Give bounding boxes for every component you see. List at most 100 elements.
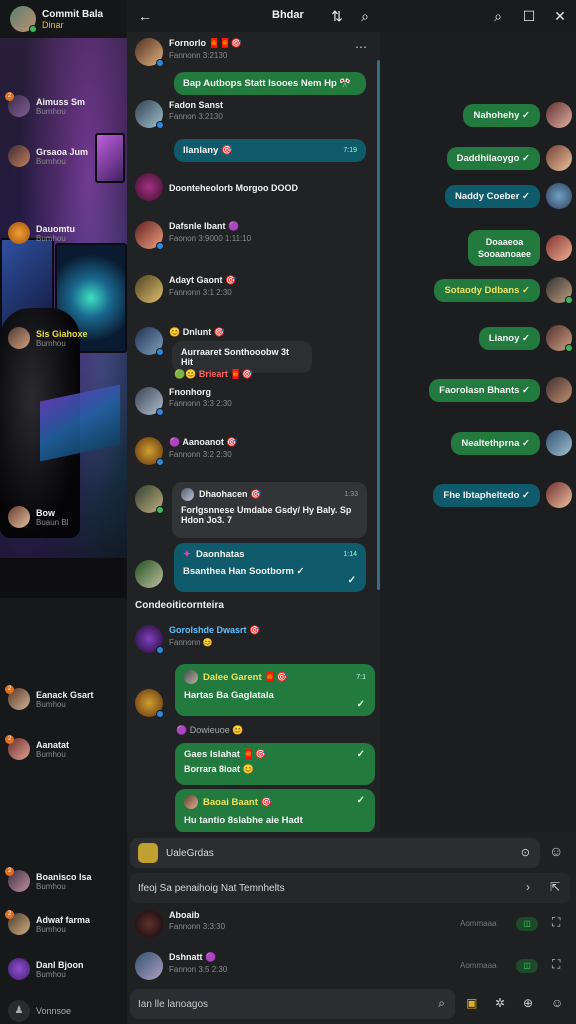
window-icon[interactable]: ☐	[520, 7, 538, 25]
message-item[interactable]	[135, 485, 164, 514]
message-item[interactable]	[135, 560, 163, 588]
conversation-title: Bhdar	[272, 9, 304, 21]
attach-icon[interactable]: ⊕	[523, 996, 533, 1010]
outgoing-message[interactable]: Naddy Coeber ✓	[444, 183, 572, 209]
section-header: Condeoiticornteira	[135, 600, 224, 611]
chat-list-item[interactable]: 2 Adwaf farma Bumhou	[5, 910, 90, 935]
contact-row[interactable]: Aboaib Fannonn 3:3:30	[135, 910, 225, 938]
gif-icon[interactable]: ✲	[495, 996, 505, 1010]
search-icon[interactable]: ⌕	[438, 996, 445, 1011]
avatar	[8, 958, 30, 980]
mic-icon[interactable]: ⊙	[521, 846, 530, 859]
emoji-icon[interactable]: ☺	[549, 843, 563, 859]
message-item[interactable]: 🟢😊 Brieart 🧧🎯	[174, 369, 253, 380]
avatar	[135, 625, 164, 654]
contact-row[interactable]: Dshnatt 🟣 Fannon 3:5 2:30	[135, 952, 227, 980]
call-icon[interactable]: ◫	[516, 917, 538, 931]
avatar	[135, 38, 164, 67]
account-name: Commit Bala	[42, 8, 104, 20]
message-item[interactable]: Fornorlo 🧧🧧🎯 Fannonn 3:2130	[135, 38, 242, 67]
message-item[interactable]: Fnonhorg Fannonn 3:3 2:30	[135, 387, 232, 416]
search-icon[interactable]: ⌕	[356, 7, 374, 25]
close-icon[interactable]: ✕	[551, 7, 569, 25]
sticker-icon[interactable]: ▣	[466, 996, 477, 1010]
person-icon: ♟	[8, 1000, 30, 1022]
outgoing-message[interactable]: Faorolasn Bhants ✓	[429, 377, 572, 403]
message-bubble[interactable]: Ilanlany 🎯 7:19	[174, 139, 366, 162]
account-header[interactable]: Commit Bala Dinar	[0, 0, 127, 38]
chevron-right-icon[interactable]: ›	[526, 880, 530, 894]
chat-app: Commit Bala Dinar 2 Aimuss Sm Bumhou Grsa…	[0, 0, 576, 1024]
more-icon[interactable]: ⋯	[355, 40, 367, 54]
check-icon: ✓	[356, 699, 365, 710]
chat-list-item[interactable]: Bow Buaun Bl	[8, 506, 68, 528]
avatar	[135, 560, 163, 588]
expand-icon[interactable]: ⛶	[552, 957, 560, 972]
check-icon: ✓	[356, 749, 365, 760]
outgoing-message[interactable]: Lianoy ✓	[478, 325, 573, 352]
reply-input[interactable]: UaleGrdas ⊙	[130, 838, 540, 868]
chat-list-item[interactable]: Dauomtu Bumhou	[8, 222, 75, 244]
avatar: 2	[5, 910, 30, 935]
message-item[interactable]: Adayt Gaont 🎯 Fannonn 3:1 2:30	[135, 275, 236, 303]
sort-icon[interactable]: ⇅	[328, 7, 346, 25]
avatar	[135, 387, 164, 416]
avatar	[135, 952, 163, 980]
avatar	[546, 325, 573, 352]
avatar	[138, 843, 158, 863]
avatar	[135, 100, 164, 129]
chat-list-item[interactable]: 2 Aimuss Sm Bumhou	[5, 92, 85, 117]
avatar	[135, 327, 164, 356]
note-input[interactable]: Ifeoj Sa penaihoig Nat Temnhelts › ⇱	[130, 873, 570, 903]
avatar	[181, 488, 194, 501]
chat-list-item[interactable]: Danl Bjoon Bumhou	[8, 958, 84, 980]
chat-list-item[interactable]: Sis Giahoxe Bumhou	[8, 327, 88, 349]
outgoing-message[interactable]: Daddhilaoygo ✓	[446, 145, 572, 171]
message-bubble[interactable]: Dalee Garent 🧧🎯 7:1 Hartas Ba Gaglatala …	[175, 664, 375, 716]
chat-list-item[interactable]: ♟ Vonnsoe	[8, 1000, 71, 1022]
share-icon[interactable]: ⇱	[550, 880, 560, 894]
avatar	[546, 102, 572, 128]
chat-list-item[interactable]: 2 Boanisco Isa Bumhou	[5, 867, 92, 892]
chat-list-item[interactable]: 2 Eanack Gsart Bumhou	[5, 685, 94, 710]
message-item[interactable]: 🟣 Dowieuoe 😊	[176, 723, 243, 736]
message-item[interactable]: Doonteheolorb Morgoo DOOD	[135, 173, 298, 201]
avatar	[546, 145, 572, 171]
message-item[interactable]: Dafsnle Ibant 🟣 Faonon 3:9000 1:11:10	[135, 221, 251, 250]
message-item[interactable]: Gorolshde Dwasrt 🎯 Fannonn 😊	[135, 625, 260, 654]
message-item[interactable]: Fadon Sanst Fannon 3:2130	[135, 100, 223, 129]
top-bar: ← Bhdar ⇅ ⌕ ⌕ ☐ ✕	[127, 0, 576, 32]
message-bubble[interactable]: ✦ Daonhatas 1:14 Bsanthea Han Sootborm ✓…	[174, 543, 366, 592]
avatar	[135, 437, 164, 466]
avatar: 2	[5, 735, 30, 760]
avatar	[135, 910, 163, 938]
chat-list-item[interactable]: Grsaoa Jum Bumhou	[8, 145, 88, 167]
compose-input[interactable]: Ian lle lanoagos ⌕	[130, 989, 455, 1019]
avatar: 2	[5, 92, 30, 117]
avatar	[546, 277, 573, 304]
message-bubble[interactable]: Baoai Baant 🎯 Hu tantio 8slabhe aie Hadt…	[175, 789, 375, 833]
outgoing-message[interactable]: Fhe Ibtapheltedo ✓	[433, 482, 572, 508]
chat-list-item[interactable]: 2 Aanatat Bumhou	[5, 735, 69, 760]
message-item[interactable]: 🟣 Aanoanot 🎯 Fannonn 3:2 2:30	[135, 437, 238, 466]
message-bubble[interactable]: Bap Autbops Statt Isooes Nem Hp 🎌	[174, 72, 366, 95]
avatar	[184, 795, 198, 809]
emoji-icon[interactable]: ☺	[551, 996, 563, 1010]
message-item[interactable]	[135, 689, 164, 718]
check-icon: ✓	[347, 575, 356, 586]
outgoing-message[interactable]: Doaaeoa Sooaanoaee	[468, 230, 572, 266]
outgoing-message[interactable]: Sotaody Ddbans ✓	[434, 277, 573, 304]
expand-icon[interactable]: ⛶	[552, 915, 560, 930]
outgoing-message[interactable]: Nahohehy ✓	[463, 102, 572, 128]
search-icon[interactable]: ⌕	[489, 7, 507, 25]
avatar	[546, 482, 572, 508]
magic-icon: ✦	[183, 549, 191, 560]
message-bubble[interactable]: Gaes Islahat 🧧🎯 Borrara 8ioat 😊 ✓	[175, 743, 375, 785]
call-icon[interactable]: ◫	[516, 959, 538, 973]
back-arrow-icon[interactable]: ←	[136, 7, 154, 25]
account-status: Dinar	[42, 19, 64, 30]
outgoing-message[interactable]: Nealtethprna ✓	[451, 430, 572, 456]
avatar	[10, 6, 37, 33]
avatar: 2	[5, 867, 30, 892]
message-bubble[interactable]: Dhaohacen 🎯 1:33 Forlgsnnese Umdabe Gsdy…	[172, 482, 367, 538]
